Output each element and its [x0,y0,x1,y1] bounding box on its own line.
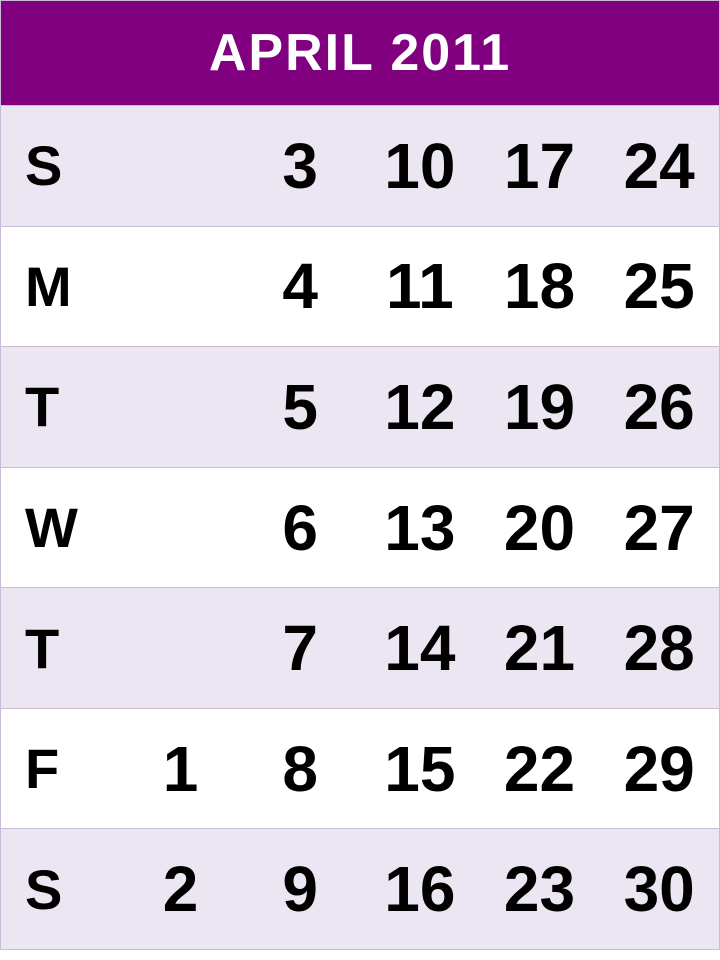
calendar-row: F 1 8 15 22 29 [1,708,719,829]
calendar-row: T 7 14 21 28 [1,587,719,708]
date-cell: 18 [480,227,600,347]
calendar-title: APRIL 2011 [209,23,511,83]
date-cell [121,347,241,467]
date-cell: 17 [480,106,600,226]
calendar-row: S 3 10 17 24 [1,105,719,226]
date-cell: 2 [121,829,241,949]
date-cell [121,106,241,226]
calendar-row: M 4 11 18 25 [1,226,719,347]
date-cell: 9 [240,829,360,949]
date-cell: 21 [480,588,600,708]
day-label: T [1,588,121,708]
date-cell: 23 [480,829,600,949]
calendar-header: APRIL 2011 [1,1,719,105]
date-cell [121,227,241,347]
date-cell: 22 [480,709,600,829]
date-cell: 25 [599,227,719,347]
date-cell: 6 [240,468,360,588]
date-cell: 30 [599,829,719,949]
date-cell: 26 [599,347,719,467]
day-label: F [1,709,121,829]
day-label: W [1,468,121,588]
date-cell: 24 [599,106,719,226]
calendar-row: W 6 13 20 27 [1,467,719,588]
calendar-row: S 2 9 16 23 30 [1,828,719,949]
date-cell: 15 [360,709,480,829]
date-cell: 13 [360,468,480,588]
date-cell: 20 [480,468,600,588]
day-label: T [1,347,121,467]
date-cell: 27 [599,468,719,588]
calendar: APRIL 2011 S 3 10 17 24 M 4 11 18 25 T 5… [0,0,720,950]
date-cell: 10 [360,106,480,226]
date-cell: 16 [360,829,480,949]
date-cell: 19 [480,347,600,467]
date-cell: 5 [240,347,360,467]
date-cell: 29 [599,709,719,829]
date-cell: 3 [240,106,360,226]
date-cell: 11 [360,227,480,347]
date-cell: 8 [240,709,360,829]
date-cell: 28 [599,588,719,708]
calendar-row: T 5 12 19 26 [1,346,719,467]
day-label: S [1,106,121,226]
day-label: S [1,829,121,949]
date-cell: 12 [360,347,480,467]
date-cell [121,468,241,588]
day-label: M [1,227,121,347]
date-cell: 7 [240,588,360,708]
date-cell: 1 [121,709,241,829]
date-cell: 14 [360,588,480,708]
date-cell: 4 [240,227,360,347]
date-cell [121,588,241,708]
